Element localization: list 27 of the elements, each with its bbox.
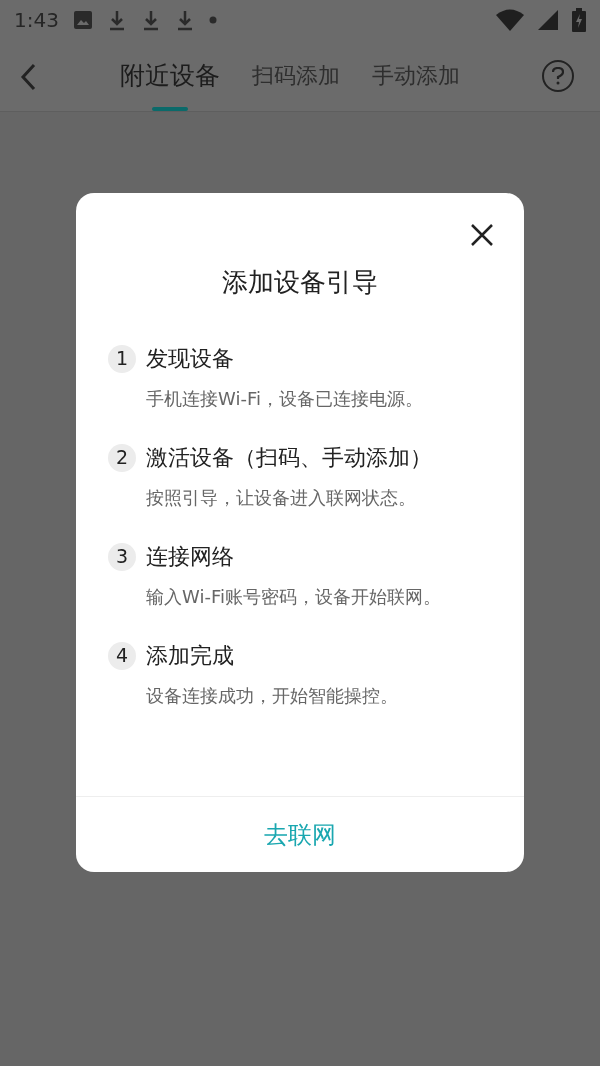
tab[interactable]: 附近设备: [120, 40, 220, 111]
step-number: 1: [108, 344, 136, 373]
step-description: 输入Wi-Fi账号密码，设备开始联网。: [146, 585, 442, 609]
step-number: 2: [108, 443, 136, 472]
dialog-title: 添加设备引导: [222, 266, 378, 299]
image-icon: [72, 10, 93, 30]
back-icon: [20, 63, 36, 91]
signal-icon: [538, 10, 558, 30]
step-title: 连接网络: [146, 543, 234, 571]
step-description: 手机连接Wi-Fi，设备已连接电源。: [146, 387, 424, 411]
close-icon: [471, 224, 493, 246]
help-icon: [552, 67, 564, 85]
tab[interactable]: 手动添加: [372, 40, 460, 111]
step-title: 发现设备: [146, 345, 234, 373]
status-time: 1:43: [14, 7, 59, 34]
connect-network-button[interactable]: 去联网: [256, 816, 344, 853]
step-number: 4: [108, 641, 136, 670]
step-title: 添加完成: [146, 642, 234, 670]
battery-icon: [572, 8, 586, 32]
help-button[interactable]: [542, 60, 574, 92]
tab[interactable]: 扫码添加: [252, 40, 340, 111]
dot-icon: [208, 16, 217, 24]
step-title: 激活设备（扫码、手动添加）: [146, 444, 432, 472]
step-description: 设备连接成功，开始智能操控。: [146, 684, 399, 708]
wifi-icon: [496, 9, 524, 31]
step-number: 3: [108, 542, 136, 571]
step-description: 按照引导，让设备进入联网状态。: [146, 486, 417, 510]
